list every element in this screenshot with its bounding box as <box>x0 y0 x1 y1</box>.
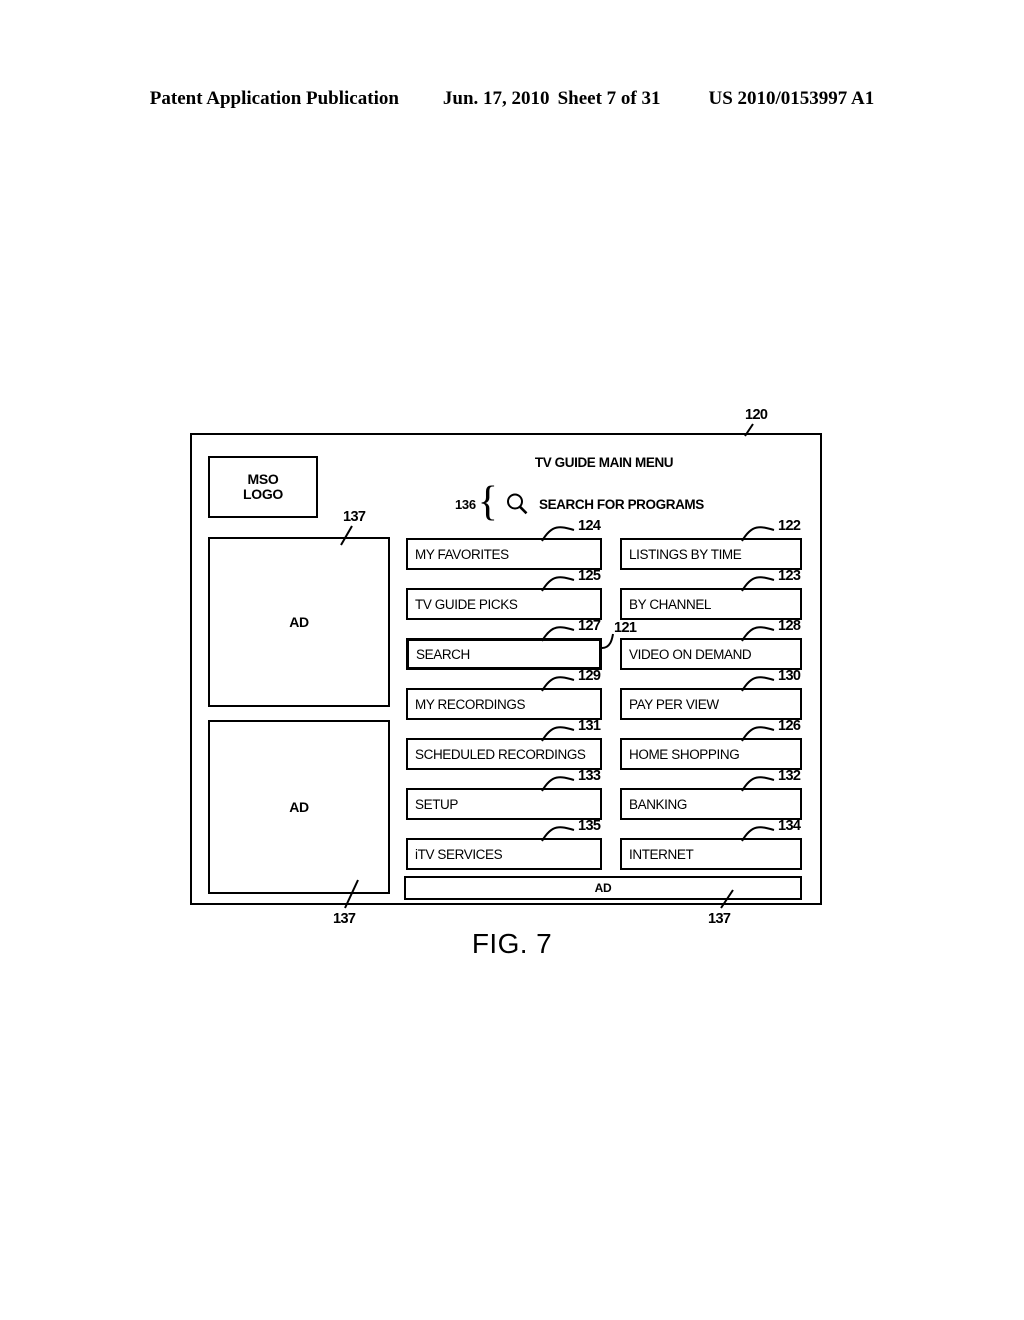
menu-button-my-recordings[interactable]: MY RECORDINGS <box>406 688 602 720</box>
ref-121: 121 <box>614 620 637 636</box>
menu-button-label: INTERNET <box>629 846 694 862</box>
menu-button-label: BANKING <box>629 796 687 812</box>
ad-banner-bottom-label: AD <box>594 881 612 895</box>
menu-button-by-channel[interactable]: BY CHANNEL <box>620 588 802 620</box>
ref-122: 122 <box>778 518 801 534</box>
menu-button-video-on-demand[interactable]: VIDEO ON DEMAND <box>620 638 802 670</box>
figure-caption: FIG. 7 <box>471 928 553 959</box>
ref-134: 134 <box>778 818 801 834</box>
menu-button-label: HOME SHOPPING <box>629 746 740 762</box>
ad-panel-top-label: AD <box>289 614 309 630</box>
ref-132: 132 <box>778 768 801 784</box>
brace-glyph: { <box>477 479 498 526</box>
menu-button-pay-per-view[interactable]: PAY PER VIEW <box>620 688 802 720</box>
ref-126: 126 <box>778 718 801 734</box>
menu-button-label: LISTINGS BY TIME <box>629 546 742 562</box>
ref-129: 129 <box>578 668 601 684</box>
menu-button-itv-services[interactable]: iTV SERVICES <box>406 838 602 870</box>
ref-131: 131 <box>578 718 601 734</box>
menu-button-label: BY CHANNEL <box>629 596 712 612</box>
figure-7: MSO LOGO AD AD TV GUIDE MAIN MENU 136 { … <box>0 0 1024 1320</box>
mso-logo-text: MSO LOGO <box>243 472 283 501</box>
menu-button-scheduled-recordings[interactable]: SCHEDULED RECORDINGS <box>406 738 602 770</box>
ref-130: 130 <box>778 668 801 684</box>
ref-128: 128 <box>778 618 801 634</box>
menu-button-label: SEARCH <box>416 646 470 662</box>
menu-button-label: SCHEDULED RECORDINGS <box>415 746 586 762</box>
ref-127: 127 <box>578 618 601 634</box>
ref-136: 136 <box>455 496 476 512</box>
ref-137-top: 137 <box>343 509 366 525</box>
menu-button-search[interactable]: SEARCH <box>406 638 602 670</box>
mso-logo-box: MSO LOGO <box>208 456 318 518</box>
search-for-programs-label: SEARCH FOR PROGRAMS <box>538 496 704 512</box>
ref-133: 133 <box>578 768 601 784</box>
ref-135: 135 <box>578 818 601 834</box>
mso-logo-line1: MSO <box>247 471 279 488</box>
menu-button-listings-by-time[interactable]: LISTINGS BY TIME <box>620 538 802 570</box>
menu-button-label: iTV SERVICES <box>415 846 503 862</box>
menu-button-setup[interactable]: SETUP <box>406 788 602 820</box>
menu-button-label: TV GUIDE PICKS <box>415 596 518 612</box>
ad-panel-top[interactable]: AD <box>208 537 390 707</box>
menu-button-label: MY FAVORITES <box>415 546 509 562</box>
ref-120: 120 <box>745 407 768 423</box>
ref-123: 123 <box>778 568 801 584</box>
ref-137-banner: 137 <box>708 911 731 927</box>
menu-button-home-shopping[interactable]: HOME SHOPPING <box>620 738 802 770</box>
ad-panel-bottom-label: AD <box>289 799 309 815</box>
ref-124: 124 <box>578 518 601 534</box>
menu-button-label: PAY PER VIEW <box>629 696 719 712</box>
screen-title: TV GUIDE MAIN MENU <box>534 455 674 470</box>
menu-button-internet[interactable]: INTERNET <box>620 838 802 870</box>
menu-button-my-favorites[interactable]: MY FAVORITES <box>406 538 602 570</box>
ref-137-left-bottom: 137 <box>333 911 356 927</box>
ad-banner-bottom[interactable]: AD <box>404 876 802 900</box>
menu-button-banking[interactable]: BANKING <box>620 788 802 820</box>
menu-button-label: SETUP <box>415 796 459 812</box>
search-for-programs-row[interactable]: 136 { SEARCH FOR PROGRAMS <box>455 479 704 526</box>
menu-button-label: MY RECORDINGS <box>415 696 526 712</box>
ref-125: 125 <box>578 568 601 584</box>
ad-panel-bottom[interactable]: AD <box>208 720 390 894</box>
magnifier-icon[interactable] <box>502 490 532 518</box>
menu-button-label: VIDEO ON DEMAND <box>629 646 752 662</box>
menu-button-tv-guide-picks[interactable]: TV GUIDE PICKS <box>406 588 602 620</box>
mso-logo-line2: LOGO <box>242 486 284 502</box>
